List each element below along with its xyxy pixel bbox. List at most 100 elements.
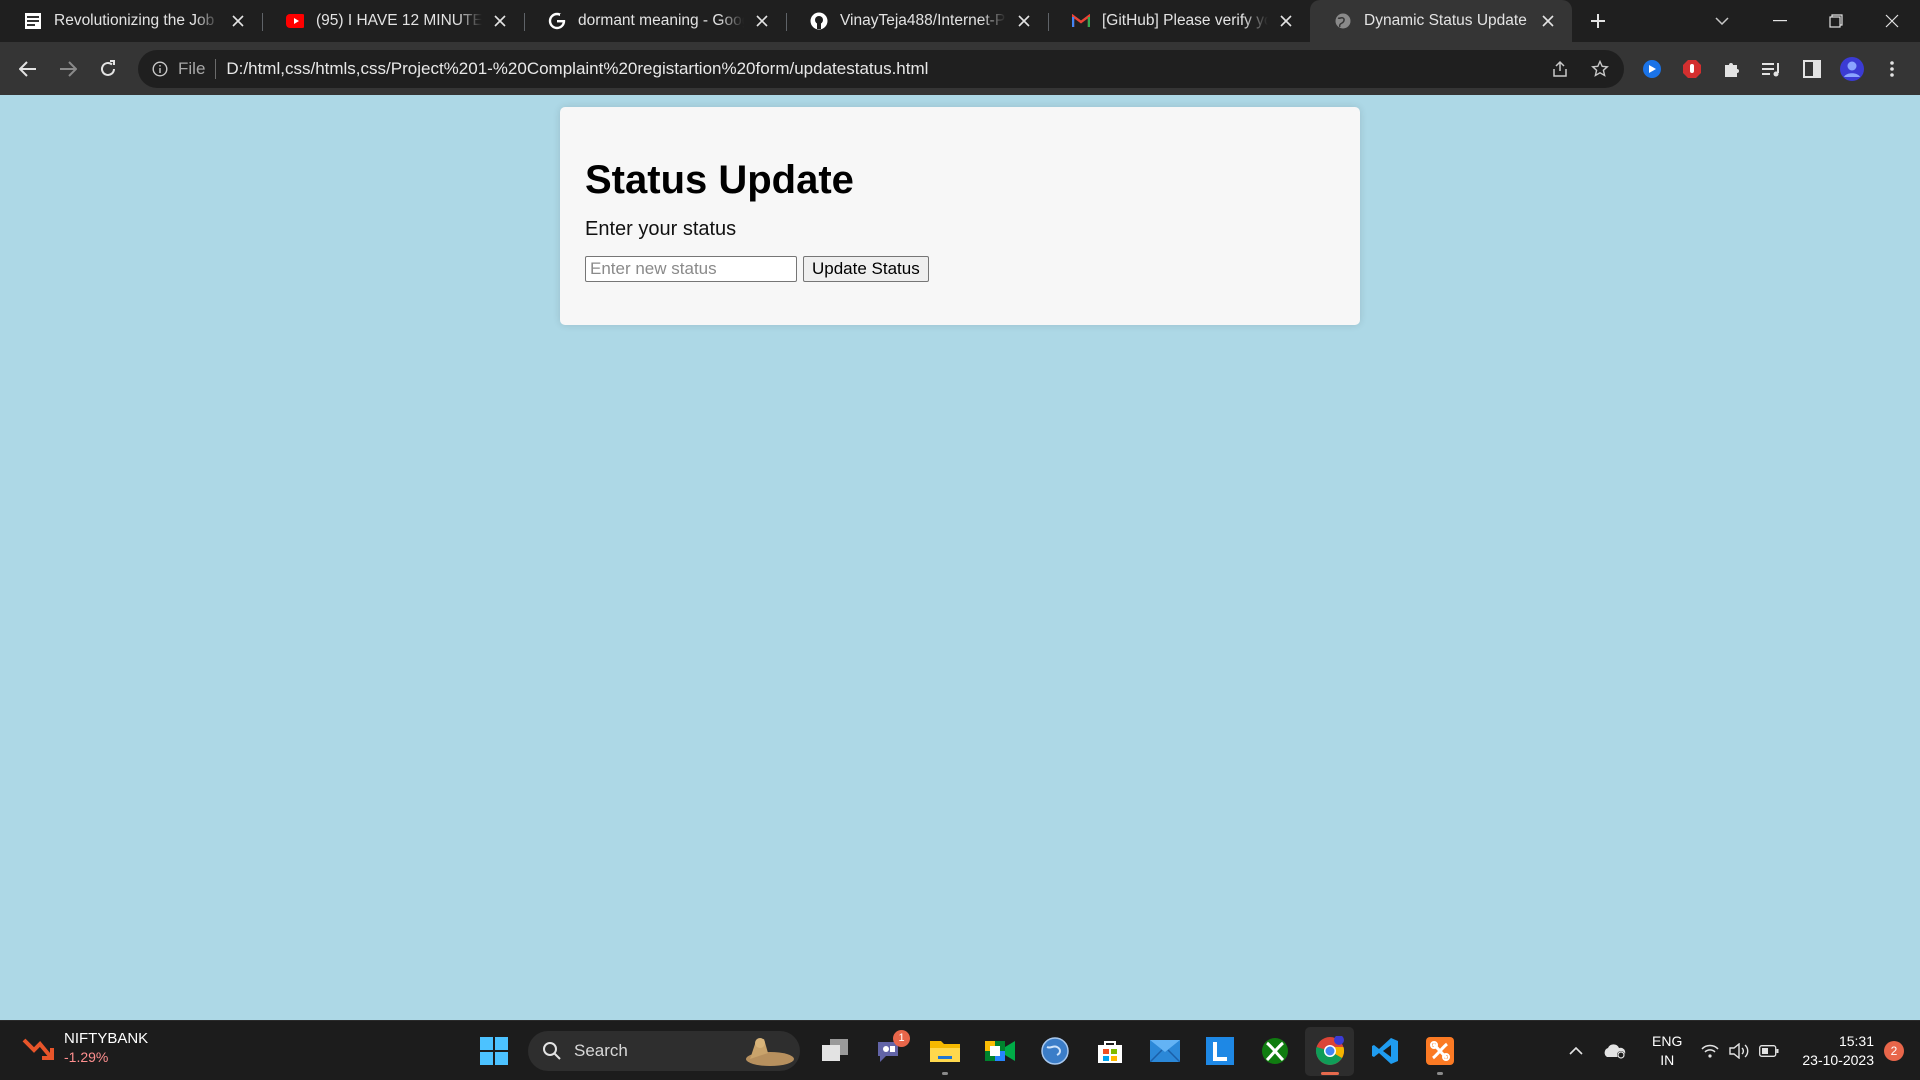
- tab-youtube-video[interactable]: (95) I HAVE 12 MINUTES TO: [262, 0, 524, 42]
- forward-button[interactable]: [48, 49, 88, 89]
- page-viewport: Status Update Enter your status Update S…: [0, 95, 1920, 1020]
- microsoft-store-button[interactable]: [1085, 1027, 1134, 1076]
- browser-globe-button[interactable]: [1030, 1027, 1079, 1076]
- tab-title: Revolutionizing the Job Ma: [54, 12, 220, 29]
- l-app-button[interactable]: [1195, 1027, 1244, 1076]
- vscode-icon: [1371, 1038, 1398, 1064]
- battery-icon[interactable]: [1754, 1045, 1784, 1057]
- reload-icon: [101, 59, 115, 76]
- file-explorer-button[interactable]: [920, 1027, 969, 1076]
- chrome-button[interactable]: [1305, 1026, 1354, 1076]
- close-window-button[interactable]: [1864, 0, 1920, 42]
- adblock-icon[interactable]: [1676, 53, 1708, 85]
- region-code: IN: [1660, 1052, 1675, 1068]
- windows-logo-icon: [479, 1037, 508, 1065]
- widget-change: -1.29%: [64, 1049, 109, 1065]
- close-icon[interactable]: [1276, 11, 1296, 31]
- globe-app-icon: [1040, 1037, 1069, 1065]
- search-label: Search: [574, 1041, 628, 1060]
- onedrive-icon[interactable]: [1594, 1042, 1634, 1060]
- taskbar-apps: Search 1: [469, 1021, 1464, 1080]
- restore-button[interactable]: [1808, 0, 1864, 42]
- task-view-button[interactable]: [810, 1027, 859, 1076]
- back-button[interactable]: [8, 49, 48, 89]
- more-menu-icon[interactable]: [1876, 53, 1908, 85]
- youtube-icon: [286, 12, 304, 30]
- chevron-down-icon: [1715, 17, 1729, 25]
- address-bar[interactable]: File D:/html,css/htmls,css/Project%201-%…: [138, 50, 1624, 88]
- tab-google-search[interactable]: dormant meaning - Google: [524, 0, 786, 42]
- tab-revolutionizing-job-market[interactable]: Revolutionizing the Job Ma: [0, 0, 262, 42]
- side-panel-icon[interactable]: [1796, 53, 1828, 85]
- notification-count-badge[interactable]: 2: [1884, 1041, 1904, 1061]
- tab-github-repo[interactable]: VinayTeja488/Internet-Prog: [786, 0, 1048, 42]
- window-controls: [1752, 0, 1920, 42]
- status-form: Update Status: [585, 256, 1335, 282]
- close-icon[interactable]: [1014, 11, 1034, 31]
- task-view-icon: [821, 1039, 848, 1061]
- search-highlight-icon: [746, 1038, 794, 1066]
- widget-name: NIFTYBANK: [64, 1030, 149, 1047]
- url-scheme-label: File: [178, 59, 206, 78]
- arrow-right-icon: [60, 60, 77, 77]
- volume-icon[interactable]: [1724, 1043, 1754, 1059]
- chevron-up-icon[interactable]: [1558, 1047, 1594, 1055]
- page-title: Status Update: [585, 158, 854, 202]
- system-tray: ENG IN 15:31 23-10-2023 2: [1558, 1021, 1920, 1080]
- running-indicator: [1436, 1071, 1443, 1075]
- tab-search-button[interactable]: [1702, 0, 1742, 42]
- extension-blue-icon[interactable]: [1636, 53, 1668, 85]
- arrow-left-icon: [19, 60, 36, 77]
- vscode-button[interactable]: [1360, 1027, 1409, 1076]
- tab-title: Dynamic Status Update: [1364, 12, 1527, 29]
- folder-icon: [929, 1041, 960, 1062]
- new-tab-button[interactable]: [1578, 0, 1618, 42]
- xbox-button[interactable]: [1250, 1027, 1299, 1076]
- clock[interactable]: 15:31 23-10-2023: [1802, 1032, 1874, 1070]
- notification-badge: 1: [893, 1029, 910, 1047]
- language-indicator[interactable]: ENG IN: [1652, 1032, 1682, 1070]
- close-icon[interactable]: [1538, 11, 1558, 31]
- l-app-icon: [1205, 1037, 1234, 1065]
- wifi-icon[interactable]: [1696, 1044, 1724, 1058]
- xampp-button[interactable]: [1415, 1027, 1464, 1076]
- google-meet-button[interactable]: [975, 1027, 1024, 1076]
- profile-avatar[interactable]: [1836, 53, 1868, 85]
- puzzle-extensions-icon[interactable]: [1716, 53, 1748, 85]
- running-indicator: [1320, 1071, 1339, 1075]
- info-icon[interactable]: [150, 59, 170, 79]
- plus-icon: [1591, 14, 1605, 28]
- close-icon[interactable]: [228, 11, 248, 31]
- minimize-button[interactable]: [1752, 0, 1808, 42]
- clock-date: 23-10-2023: [1802, 1052, 1874, 1068]
- close-icon[interactable]: [752, 11, 772, 31]
- extensions-area: [1636, 50, 1908, 88]
- mail-icon: [1149, 1040, 1180, 1062]
- status-input[interactable]: [585, 256, 797, 282]
- store-icon: [1097, 1041, 1122, 1063]
- tab-title: (95) I HAVE 12 MINUTES TO: [316, 12, 482, 29]
- reload-button[interactable]: [88, 49, 128, 89]
- search-icon: [543, 1042, 561, 1060]
- taskbar-search-box[interactable]: Search: [528, 1031, 800, 1071]
- media-queue-icon[interactable]: [1756, 53, 1788, 85]
- start-button[interactable]: [469, 1027, 518, 1076]
- mail-button[interactable]: [1140, 1027, 1189, 1076]
- close-icon[interactable]: [490, 11, 510, 31]
- address-bar-actions: [1544, 50, 1616, 88]
- tab-gmail[interactable]: [GitHub] Please verify your: [1048, 0, 1310, 42]
- xampp-icon: [1425, 1037, 1454, 1065]
- tab-dynamic-status-update[interactable]: Dynamic Status Update: [1310, 0, 1572, 42]
- running-indicator: [941, 1071, 948, 1075]
- globe-icon: [1334, 12, 1352, 30]
- xbox-icon: [1261, 1038, 1288, 1064]
- meet-icon: [984, 1041, 1015, 1061]
- stock-widget[interactable]: NIFTYBANK -1.29%: [22, 1029, 148, 1066]
- browser-toolbar: File D:/html,css/htmls,css/Project%201-%…: [0, 42, 1920, 95]
- url-text[interactable]: D:/html,css/htmls,css/Project%201-%20Com…: [226, 59, 928, 79]
- windows-taskbar: NIFTYBANK -1.29% Search 1 ENG IN 15:31 2…: [0, 1020, 1920, 1080]
- update-status-button[interactable]: Update Status: [803, 256, 929, 282]
- share-icon[interactable]: [1544, 53, 1576, 85]
- bookmark-star-icon[interactable]: [1584, 53, 1616, 85]
- teams-chat-button[interactable]: 1: [865, 1027, 914, 1076]
